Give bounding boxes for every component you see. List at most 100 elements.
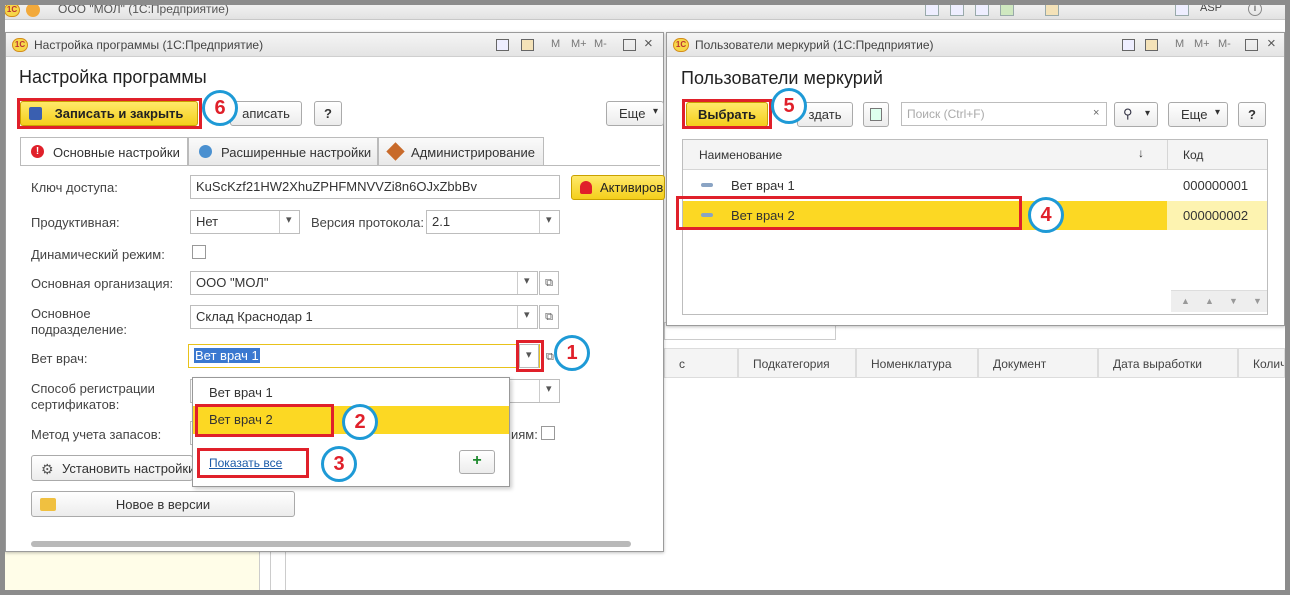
save-button[interactable]: аписать	[230, 101, 302, 126]
last-icon[interactable]: ▼	[1253, 296, 1262, 306]
copy-icon	[870, 108, 882, 121]
reg-label-2: сертификатов:	[31, 397, 120, 412]
memory-m-icon[interactable]: M	[1175, 38, 1184, 50]
row-navigation[interactable]: ▲ ▲ ▼ ▼	[1171, 290, 1267, 312]
partial-checkbox[interactable]	[541, 426, 555, 440]
alarm-icon	[580, 181, 592, 194]
add-button[interactable]: +	[459, 450, 495, 474]
copy-icon[interactable]	[975, 4, 989, 16]
bg-column-header[interactable]: Документ	[978, 348, 1098, 378]
search-button[interactable]: ⚲ ▾	[1114, 102, 1158, 127]
dropdown-item[interactable]: Вет врач 1	[209, 385, 273, 400]
highlight-box	[197, 448, 309, 478]
bg-column-header[interactable]: Дата выработки	[1098, 348, 1238, 378]
up-icon[interactable]: ▲	[1205, 296, 1214, 306]
tab-advanced[interactable]: Расширенные настройки	[188, 137, 378, 165]
column-code-header[interactable]: Код	[1183, 148, 1203, 162]
info-icon[interactable]: i	[1248, 2, 1262, 16]
memory-minus-icon[interactable]: M-	[594, 38, 607, 50]
down-icon[interactable]: ▼	[1229, 296, 1238, 306]
memory-minus-icon[interactable]: M-	[1218, 38, 1231, 50]
memory-plus-icon[interactable]: M+	[571, 38, 587, 50]
chevron-down-icon[interactable]	[517, 272, 537, 294]
step-badge-4: 4	[1028, 197, 1064, 233]
productive-label: Продуктивная:	[31, 215, 120, 230]
warning-icon: !	[31, 145, 44, 158]
open-icon[interactable]: ⧉	[539, 305, 559, 329]
settings-window-titlebar: 1С Настройка программы (1С:Предприятие) …	[6, 33, 663, 57]
table-header: Наименование ↓ Код	[683, 140, 1267, 170]
memory-m-icon[interactable]: M	[551, 38, 560, 50]
users-window-titlebar: 1С Пользователи меркурий (1С:Предприятие…	[667, 33, 1284, 57]
activate-button[interactable]: Активиров	[571, 175, 665, 200]
refresh-icon[interactable]	[1000, 4, 1014, 16]
users-more-button[interactable]: Еще ▾	[1168, 102, 1228, 127]
tab-main[interactable]: ! Основные настройки	[20, 137, 188, 166]
whats-new-button[interactable]: Новое в версии	[31, 491, 295, 517]
selected-code-cell[interactable]: 000000002	[1167, 201, 1267, 230]
calendar-icon[interactable]	[1045, 4, 1059, 16]
search-input[interactable]: Поиск (Ctrl+F)	[901, 102, 1107, 126]
subdivision-field[interactable]: Склад Краснодар 1	[190, 305, 538, 329]
chevron-down-icon[interactable]	[539, 211, 559, 233]
user-name[interactable]: ASP	[1200, 2, 1222, 14]
subdivision-label-2: подразделение:	[31, 322, 128, 337]
dynamic-label: Динамический режим:	[31, 247, 165, 262]
bg-column-header[interactable]: Номенклатура	[856, 348, 978, 378]
maximize-icon[interactable]	[623, 39, 636, 51]
memory-plus-icon[interactable]: M+	[1194, 38, 1210, 50]
toolbar-icon[interactable]	[925, 4, 939, 16]
open-icon[interactable]: ⧉	[546, 351, 554, 364]
highlight-box	[682, 99, 772, 129]
column-divider	[1167, 140, 1168, 170]
org-field[interactable]: ООО "МОЛ"	[190, 271, 538, 295]
users-help-button[interactable]: ?	[1238, 102, 1266, 127]
chevron-down-icon[interactable]	[279, 211, 299, 233]
first-icon[interactable]: ▲	[1181, 296, 1190, 306]
chevron-down-icon[interactable]	[517, 306, 537, 328]
vet-field[interactable]: Вет врач 1	[188, 344, 540, 368]
install-settings-button[interactable]: ⚙ Установить настройки	[31, 455, 193, 481]
bg-column-header[interactable]: с	[664, 348, 738, 378]
panel-icon[interactable]	[1175, 4, 1189, 16]
app-title-bar: 1С ООО "МОЛ" (1С:Предприятие) ASP i	[0, 0, 1290, 20]
dynamic-checkbox[interactable]	[192, 245, 206, 259]
bg-column-header[interactable]: Колич	[1238, 348, 1285, 378]
sort-icon[interactable]: ↓	[1138, 146, 1144, 160]
bg-column-header[interactable]: Подкатегория	[738, 348, 856, 378]
window-logo-icon: 1С	[673, 38, 689, 52]
print-icon[interactable]	[950, 4, 964, 16]
open-icon[interactable]: ⧉	[539, 271, 559, 295]
window-menu-icon[interactable]	[1122, 39, 1135, 51]
copy-item-button[interactable]	[863, 102, 889, 127]
background-panel	[0, 552, 260, 595]
productive-select[interactable]: Нет	[190, 210, 300, 234]
step-badge-2: 2	[342, 404, 378, 440]
step-badge-1: 1	[554, 335, 590, 371]
globe-icon	[199, 145, 212, 158]
users-window: 1С Пользователи меркурий (1С:Предприятие…	[666, 32, 1285, 326]
tab-admin[interactable]: Администрирование	[378, 137, 544, 165]
chevron-down-icon[interactable]	[539, 380, 559, 402]
menu-icon[interactable]	[26, 3, 40, 17]
stock-label: Метод учета запасов:	[31, 427, 162, 442]
partial-label: иям:	[511, 427, 538, 442]
help-button[interactable]: ?	[314, 101, 342, 126]
window-calendar-icon[interactable]	[521, 39, 534, 51]
window-logo-icon: 1С	[12, 38, 28, 52]
maximize-icon[interactable]	[1245, 39, 1258, 51]
item-icon	[701, 183, 713, 187]
window-calendar-icon[interactable]	[1145, 39, 1158, 51]
horizontal-scrollbar[interactable]	[31, 541, 631, 547]
more-button[interactable]: Еще ▾	[606, 101, 664, 126]
step-badge-6: 6	[202, 90, 238, 126]
access-key-field[interactable]: KuScKzf21HW2XhuZPHFMNVVZi8n6OJxZbbBv	[190, 175, 560, 199]
protocol-select[interactable]: 2.1	[426, 210, 560, 234]
org-label: Основная организация:	[31, 276, 174, 291]
close-icon[interactable]: ×	[1267, 35, 1276, 52]
close-icon[interactable]: ×	[644, 35, 653, 52]
clear-icon[interactable]: ×	[1093, 107, 1099, 119]
column-name-header[interactable]: Наименование	[699, 148, 782, 162]
highlight-box	[195, 404, 334, 437]
window-menu-icon[interactable]	[496, 39, 509, 51]
